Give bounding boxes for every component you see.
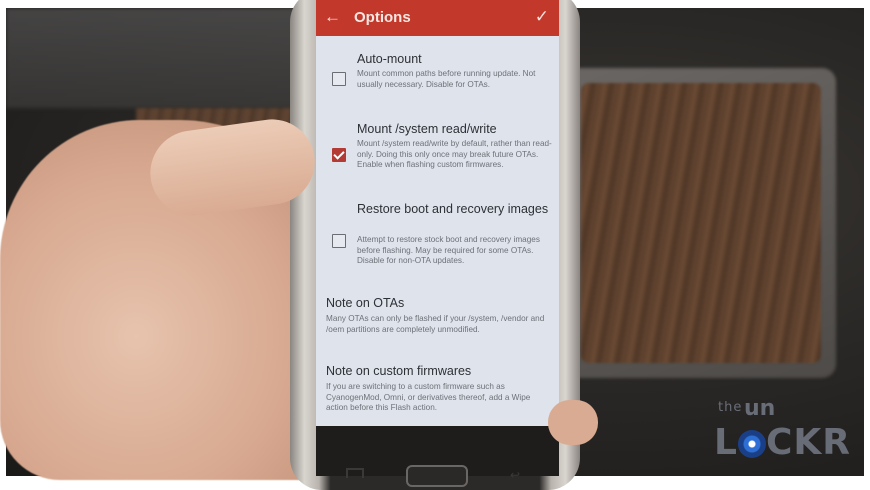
lock-dial-icon: [737, 430, 766, 458]
home-button[interactable]: [406, 465, 468, 487]
watermark-logo: the un L CKR: [714, 396, 864, 463]
mount-system-rw-checkbox[interactable]: [332, 148, 346, 162]
watermark-the: the: [718, 400, 743, 415]
note-title: Note on OTAs: [326, 296, 405, 310]
back-key-icon[interactable]: ↩: [510, 468, 520, 482]
recent-apps-key-icon[interactable]: [346, 468, 364, 478]
finger: [548, 400, 598, 445]
app-toolbar: ← Options ✓: [316, 0, 559, 36]
option-title: Restore boot and recovery images: [357, 202, 549, 216]
option-description: Attempt to restore stock boot and recove…: [357, 235, 540, 265]
option-description: Mount common paths before running update…: [357, 69, 536, 89]
background-tablet-wood-case: [581, 83, 821, 363]
phone-screen: ← Options ✓ Auto-mount Mount common path…: [316, 0, 559, 426]
toolbar-title: Options: [354, 9, 411, 26]
note-title: Note on custom firmwares: [326, 364, 472, 378]
watermark-lockr: L CKR: [714, 422, 851, 463]
watermark-ckr: CKR: [765, 422, 851, 463]
option-title: Auto-mount: [357, 52, 422, 66]
arrow-left-icon[interactable]: ←: [324, 7, 341, 27]
check-icon[interactable]: ✓: [535, 7, 549, 27]
watermark-l: L: [714, 422, 738, 463]
restore-boot-checkbox[interactable]: [332, 234, 346, 248]
option-title: Mount /system read/write: [357, 122, 497, 136]
note-body: Many OTAs can only be flashed if your /s…: [326, 314, 545, 334]
background-window: [6, 8, 336, 108]
auto-mount-checkbox[interactable]: [332, 72, 346, 86]
note-body: If you are switching to a custom firmwar…: [326, 382, 531, 412]
option-description: Mount /system read/write by default, rat…: [357, 139, 552, 169]
watermark-un: un: [744, 396, 776, 421]
